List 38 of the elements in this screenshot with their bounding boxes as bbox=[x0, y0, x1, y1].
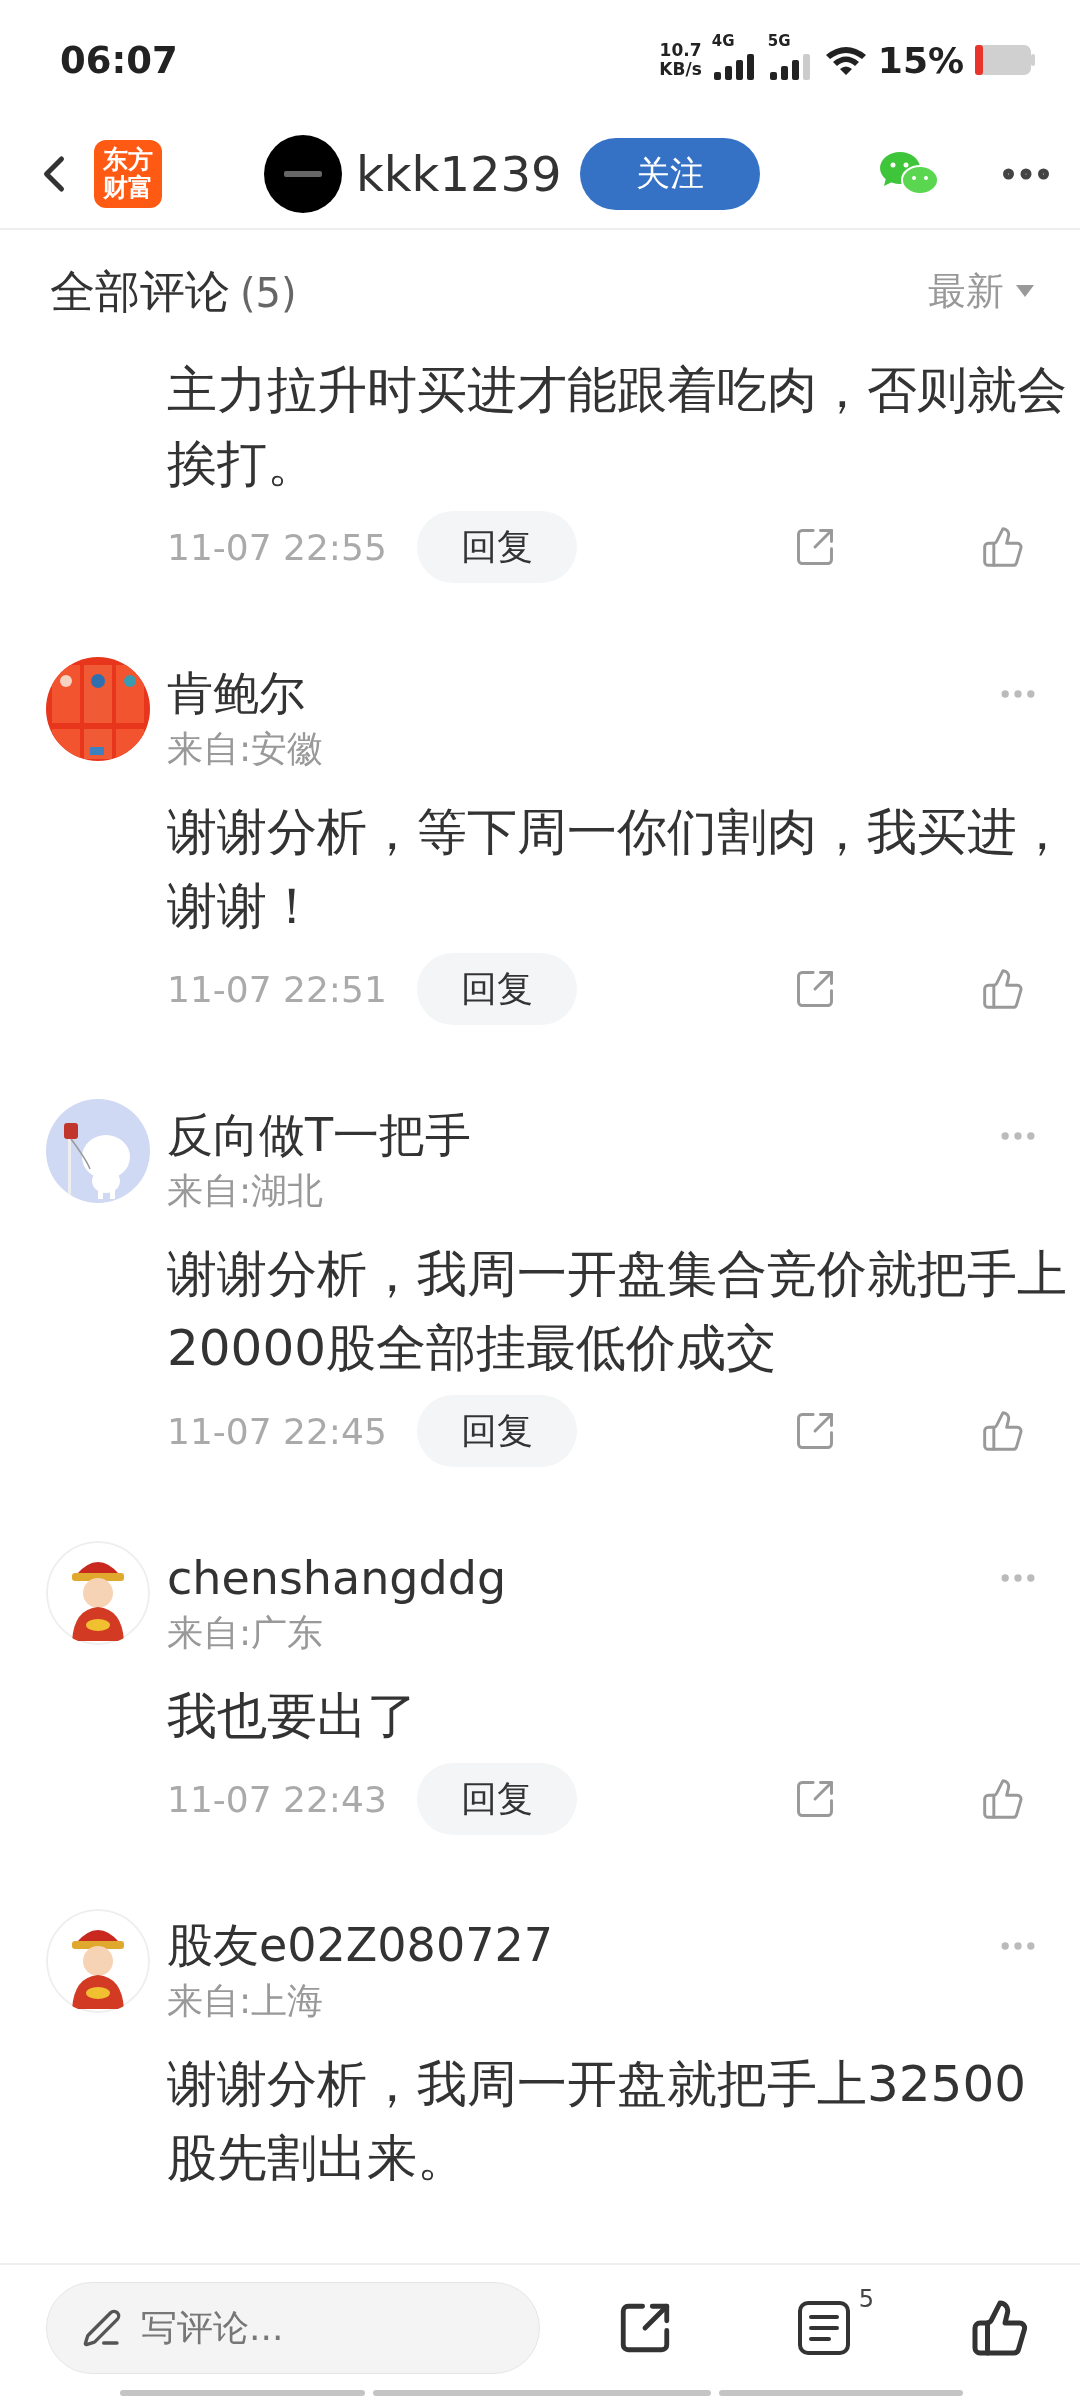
network-type: 5G bbox=[767, 32, 791, 50]
reply-button[interactable]: 回复 bbox=[416, 1395, 577, 1467]
user-name[interactable]: 反向做T一把手 bbox=[167, 1105, 472, 1167]
reply-button[interactable]: 回复 bbox=[416, 511, 577, 583]
comment-time: 11-07 22:55 bbox=[167, 526, 387, 568]
user-name[interactable]: 肯鲍尔 bbox=[167, 663, 305, 725]
avatar-icon[interactable] bbox=[264, 135, 342, 213]
reply-button[interactable]: 回复 bbox=[416, 953, 577, 1025]
comment-text: 我也要出了 bbox=[167, 1686, 418, 1747]
follow-button[interactable]: 关注 bbox=[579, 138, 760, 210]
comment-count: (5) bbox=[240, 269, 297, 316]
comment-text: 主力拉升时买进才能跟着吃肉，否则就会挨打。 bbox=[167, 360, 1068, 495]
comment-count-label: 5 bbox=[858, 2284, 874, 2313]
user-name[interactable]: chenshangddg bbox=[167, 1551, 507, 1605]
pencil-icon bbox=[82, 2307, 122, 2348]
comment-time: 11-07 22:45 bbox=[167, 1410, 387, 1452]
comment-time: 11-07 22:43 bbox=[167, 1778, 387, 1820]
comments-icon[interactable] bbox=[796, 2298, 852, 2357]
battery-percent: 15% bbox=[877, 39, 964, 81]
reply-button[interactable]: 回复 bbox=[416, 1763, 577, 1835]
network-type: 4G bbox=[711, 32, 735, 50]
user-name[interactable]: kkk1239 bbox=[356, 146, 562, 202]
section-title: 全部评论 bbox=[50, 264, 230, 318]
comment-input[interactable]: 写评论... bbox=[46, 2281, 540, 2374]
dropdown-icon bbox=[1016, 284, 1034, 299]
location-text: 来自:安徽 bbox=[167, 727, 325, 771]
location-text: 来自:广东 bbox=[167, 1611, 325, 1655]
location-text: 来自:上海 bbox=[167, 1979, 325, 2023]
network-unit: KB/s bbox=[659, 60, 702, 79]
location-text: 来自:湖北 bbox=[167, 1169, 325, 1213]
comment-time: 11-07 22:51 bbox=[167, 968, 387, 1010]
comment-text: 谢谢分析，我周一开盘就把手上32500股先割出来。 bbox=[167, 2054, 1028, 2189]
status-time: 06:07 bbox=[60, 38, 178, 82]
network-speed: 10.7 bbox=[659, 41, 702, 60]
battery-icon bbox=[974, 43, 1036, 77]
comment-text: 谢谢分析，我周一开盘集合竞价就把手上20000股全部挂最低价成交 bbox=[167, 1244, 1068, 1379]
user-name[interactable]: 股友e02Z080727 bbox=[167, 1915, 553, 1977]
comment-text: 谢谢分析，等下周一你们割肉，我买进，谢谢！ bbox=[167, 802, 1068, 937]
